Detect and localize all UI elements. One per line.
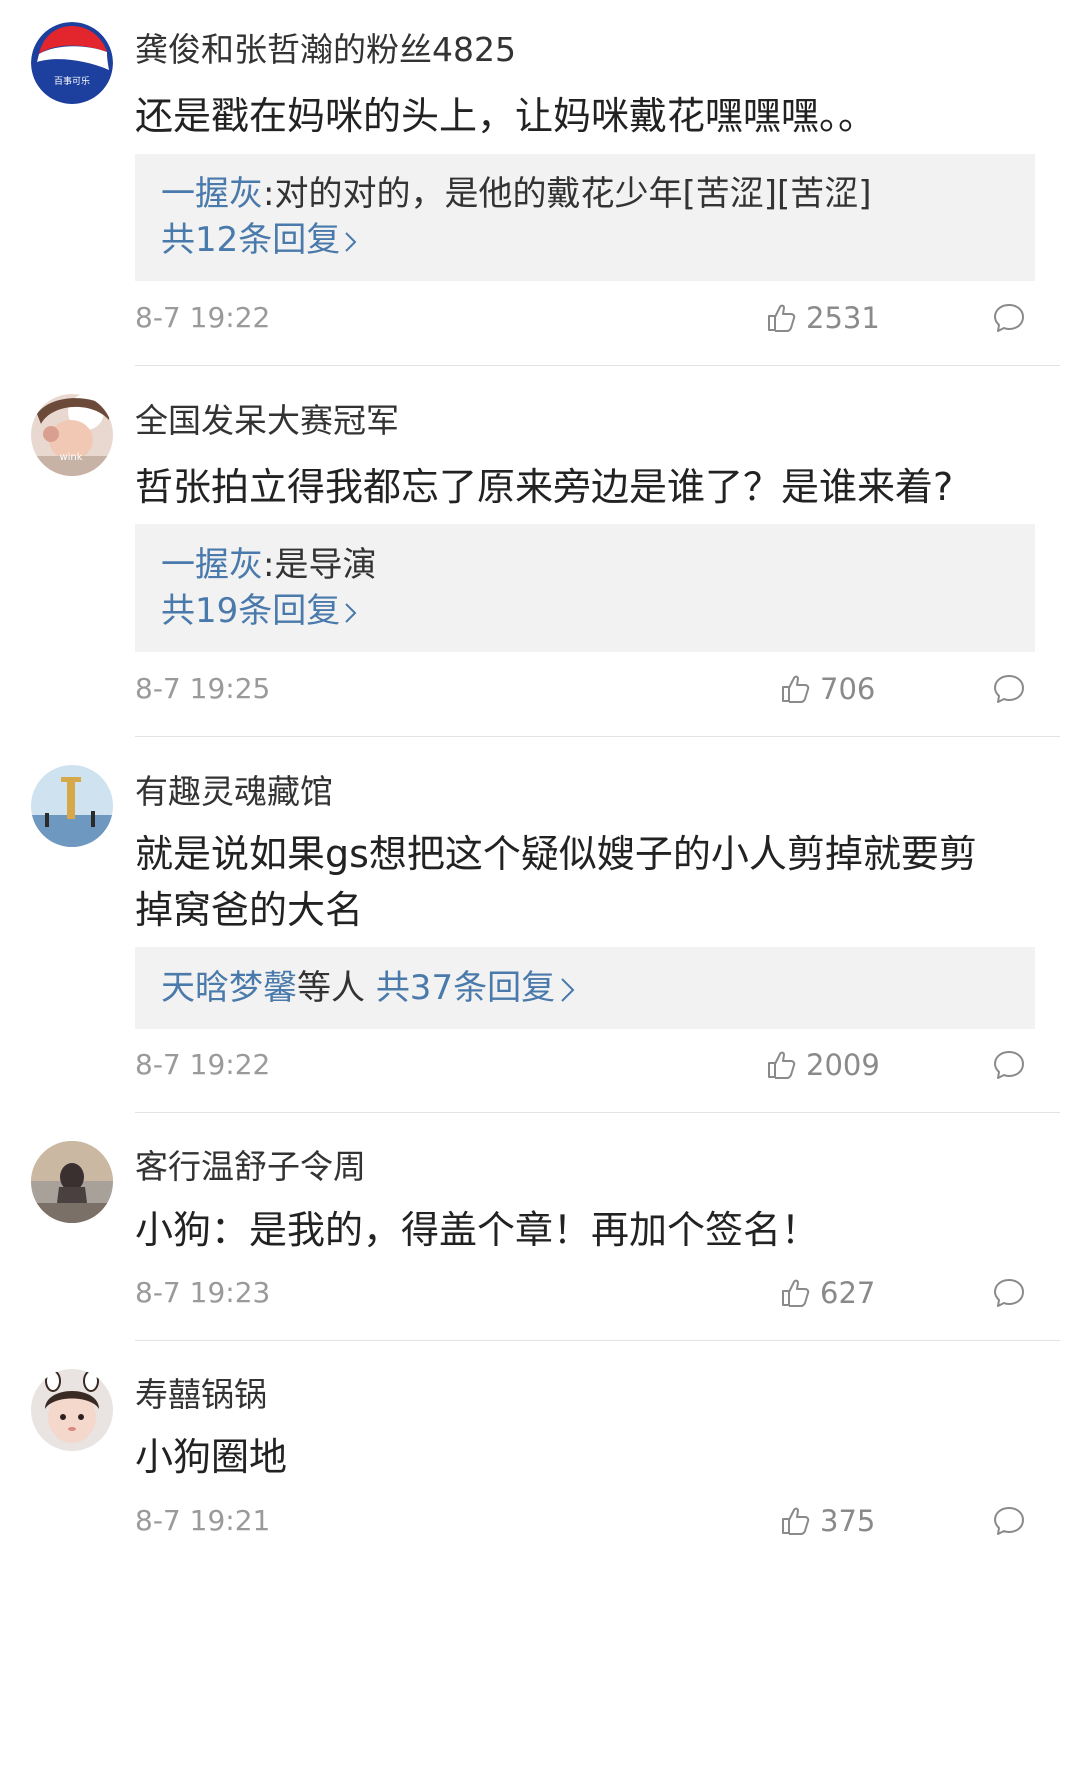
chevron-right-icon: [345, 602, 357, 623]
speech-bubble-icon: [992, 1504, 1026, 1538]
divider: [135, 1340, 1060, 1341]
comment-button[interactable]: [992, 1276, 1026, 1310]
avatar[interactable]: [31, 1369, 113, 1451]
thumbs-up-icon: [766, 302, 798, 334]
reply-text: :是导演: [263, 545, 377, 585]
speech-bubble-icon: [992, 301, 1026, 335]
like-count: 706: [820, 672, 876, 706]
username[interactable]: 有趣灵魂藏馆: [135, 770, 333, 814]
comment-button[interactable]: [992, 1504, 1026, 1538]
reply-preview[interactable]: 一握灰:是导演 共19条回复: [135, 524, 1035, 652]
timestamp: 8-7 19:22: [135, 301, 271, 334]
reply-count[interactable]: 共19条回复: [161, 591, 340, 631]
username[interactable]: 寿囍锅锅: [135, 1373, 267, 1417]
reply-line: 一握灰:是导演: [161, 542, 1035, 588]
username[interactable]: 全国发呆大赛冠军: [135, 399, 399, 443]
like-count: 627: [820, 1276, 876, 1310]
avatar-logo-text: 百事可乐: [54, 75, 90, 87]
username[interactable]: 客行温舒子令周: [135, 1145, 366, 1189]
avatar[interactable]: [31, 765, 113, 847]
thumbs-up-icon: [766, 1049, 798, 1081]
comment-text: 哲张拍立得我都忘了原来旁边是谁了？是谁来着?: [135, 465, 954, 509]
chevron-right-icon: [345, 231, 357, 252]
reply-preview[interactable]: 天晗梦馨等人 共37条回复: [135, 947, 1035, 1029]
comment-button[interactable]: [992, 1048, 1026, 1082]
comment-text-line: 掉窝爸的大名: [135, 888, 364, 932]
reply-author[interactable]: 天晗梦馨: [161, 968, 297, 1008]
like-count: 2531: [806, 301, 880, 335]
timestamp: 8-7 19:21: [135, 1504, 271, 1537]
reply-line: 一握灰:对的对的，是他的戴花少年[苦涩][苦涩]: [161, 171, 1035, 217]
divider: [135, 1112, 1060, 1113]
avatar[interactable]: 百事可乐: [31, 22, 113, 104]
reply-others: 等人: [297, 968, 365, 1008]
reply-summary: 天晗梦馨等人 共37条回复: [161, 965, 1035, 1011]
timestamp: 8-7 19:25: [135, 672, 271, 705]
comment-text: 小狗：是我的，得盖个章！再加个签名！: [135, 1208, 820, 1252]
avatar[interactable]: wink: [31, 394, 113, 476]
reply-count[interactable]: 共12条回复: [161, 220, 340, 260]
reply-count[interactable]: 共37条回复: [376, 968, 555, 1008]
like-count: 2009: [806, 1048, 880, 1082]
reply-author[interactable]: 一握灰: [161, 174, 263, 214]
like-button[interactable]: 706: [780, 671, 875, 707]
timestamp: 8-7 19:23: [135, 1276, 271, 1309]
speech-bubble-icon: [992, 1276, 1026, 1310]
view-replies-link[interactable]: 共19条回复: [161, 588, 1035, 634]
divider: [135, 736, 1060, 737]
username[interactable]: 龚俊和张哲瀚的粉丝4825: [135, 28, 516, 72]
like-button[interactable]: 2009: [766, 1047, 880, 1083]
like-button[interactable]: 2531: [766, 300, 880, 336]
like-button[interactable]: 375: [780, 1503, 875, 1539]
like-button[interactable]: 627: [780, 1275, 875, 1311]
avatar[interactable]: [31, 1141, 113, 1223]
chevron-right-icon: [561, 977, 575, 1002]
comment-button[interactable]: [992, 672, 1026, 706]
comment-button[interactable]: [992, 301, 1026, 335]
speech-bubble-icon: [992, 672, 1026, 706]
reply-text: :对的对的，是他的戴花少年[苦涩][苦涩]: [263, 174, 872, 214]
speech-bubble-icon: [992, 1048, 1026, 1082]
thumbs-up-icon: [780, 673, 812, 705]
avatar-sticker-text: wink: [59, 452, 82, 463]
thumbs-up-icon: [780, 1277, 812, 1309]
view-replies-link[interactable]: 共12条回复: [161, 217, 1035, 263]
divider: [135, 365, 1060, 366]
like-count: 375: [820, 1504, 876, 1538]
comment-text-line: 就是说如果gs想把这个疑似嫂子的小人剪掉就要剪: [135, 832, 977, 876]
thumbs-up-icon: [780, 1505, 812, 1537]
comment-text: 还是戳在妈咪的头上，让妈咪戴花嘿嘿嘿。。: [135, 94, 877, 138]
comment-text: 就是说如果gs想把这个疑似嫂子的小人剪掉就要剪 掉窝爸的大名: [135, 826, 1015, 938]
reply-author[interactable]: 一握灰: [161, 545, 263, 585]
reply-preview[interactable]: 一握灰:对的对的，是他的戴花少年[苦涩][苦涩] 共12条回复: [135, 154, 1035, 281]
timestamp: 8-7 19:22: [135, 1048, 271, 1081]
comment-text: 小狗圈地: [135, 1435, 288, 1479]
